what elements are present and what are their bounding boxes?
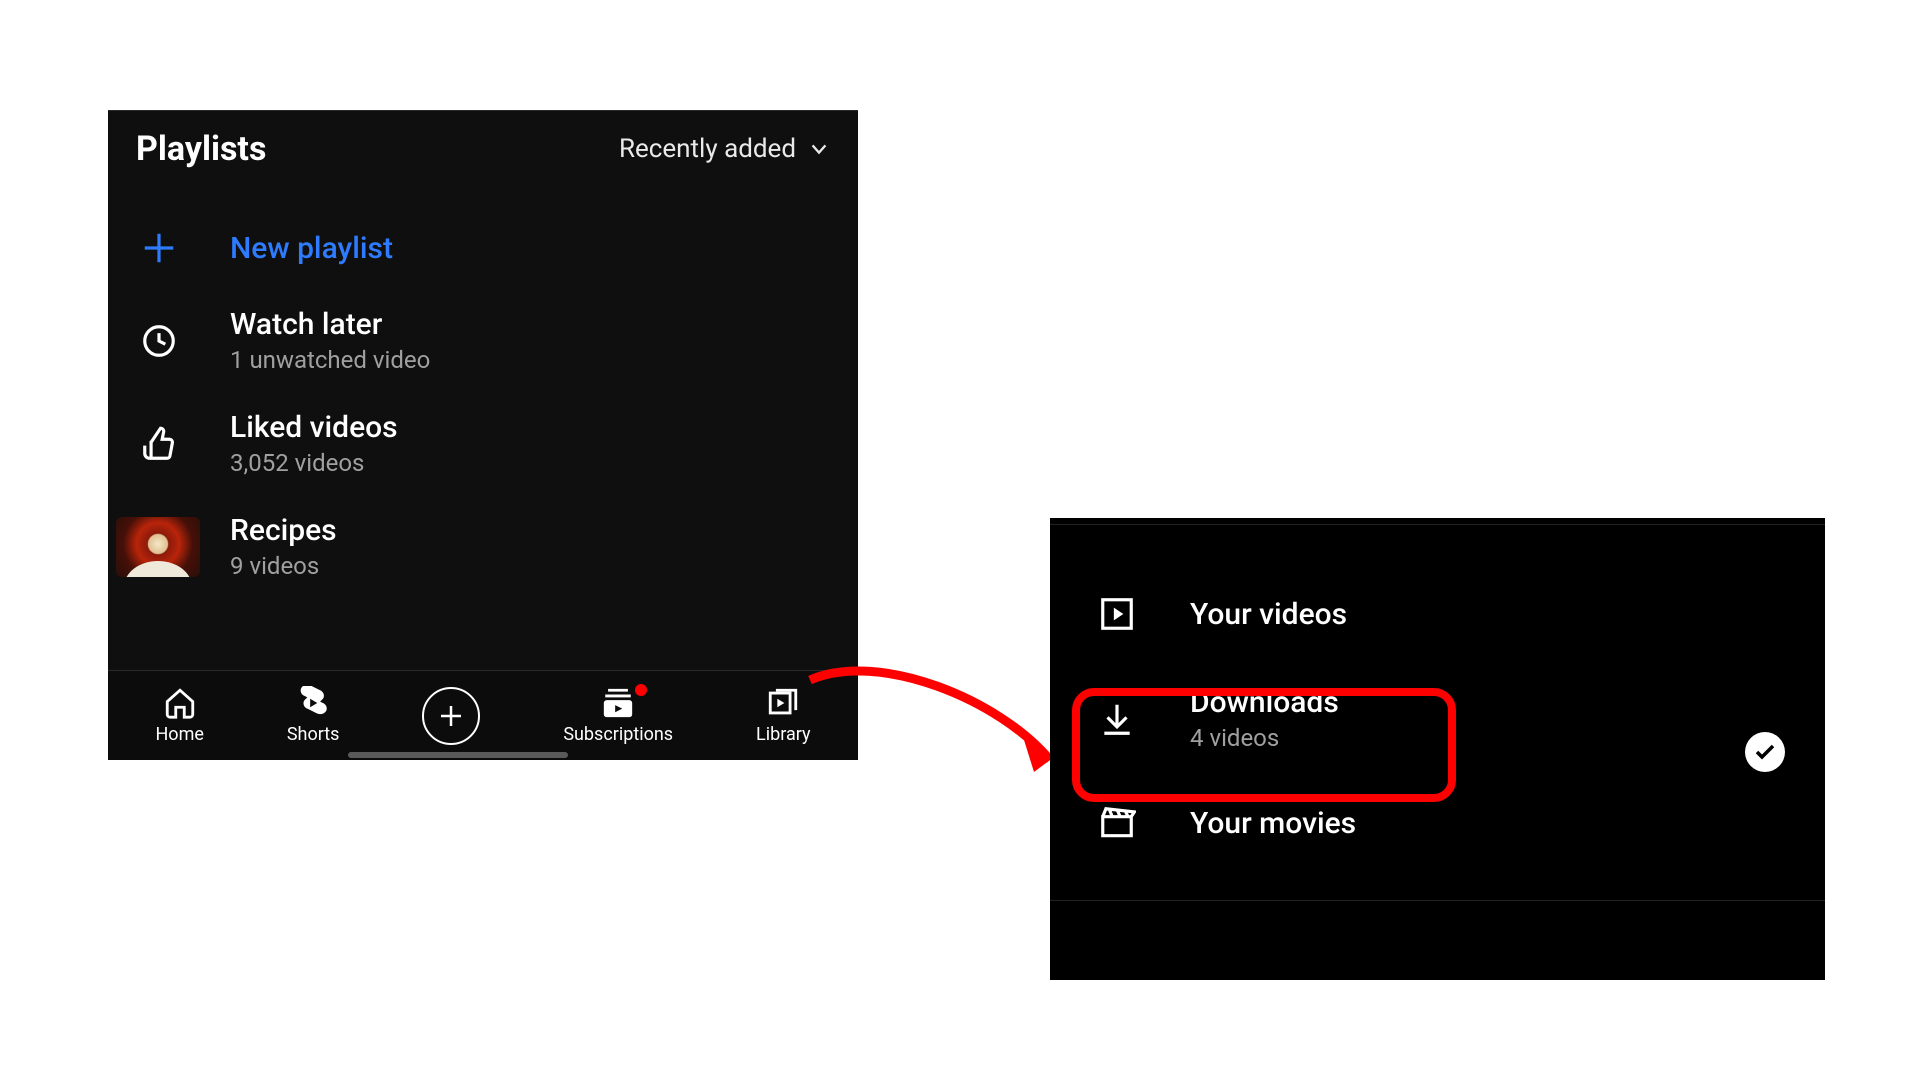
nav-shorts[interactable]: Shorts xyxy=(287,686,340,745)
recipes-playlist-item[interactable]: Recipes 9 videos xyxy=(108,495,858,598)
watch-later-sub: 1 unwatched video xyxy=(230,346,430,374)
playlists-title: Playlists xyxy=(136,129,266,169)
clapperboard-icon xyxy=(1094,800,1140,846)
sort-dropdown[interactable]: Recently added xyxy=(619,134,830,164)
chevron-down-icon xyxy=(808,138,830,160)
new-playlist-button[interactable]: New playlist xyxy=(108,207,858,289)
nav-home[interactable]: Home xyxy=(155,686,203,745)
nav-library-label: Library xyxy=(756,724,811,745)
plus-icon xyxy=(136,225,182,271)
watch-later-item[interactable]: Watch later 1 unwatched video xyxy=(108,289,858,392)
your-movies-label: Your movies xyxy=(1190,806,1356,841)
recipes-thumbnail xyxy=(116,517,200,577)
downloads-item[interactable]: Downloads 4 videos xyxy=(1050,661,1825,776)
nav-library[interactable]: Library xyxy=(756,686,811,745)
playlists-list: New playlist Watch later 1 unwatched vid… xyxy=(108,177,858,598)
sort-label: Recently added xyxy=(619,134,796,164)
your-movies-item[interactable]: Your movies xyxy=(1050,776,1825,870)
thumb-up-icon xyxy=(136,421,182,467)
notification-dot-icon xyxy=(635,684,647,696)
bottom-nav: Home Shorts Subscriptions Library xyxy=(108,670,858,760)
library-list: Your videos Downloads 4 videos Your movi… xyxy=(1050,524,1825,901)
your-videos-label: Your videos xyxy=(1190,597,1347,632)
nav-subscriptions[interactable]: Subscriptions xyxy=(563,686,673,745)
home-icon xyxy=(163,686,197,720)
your-videos-item[interactable]: Your videos xyxy=(1050,567,1825,661)
nav-shorts-label: Shorts xyxy=(287,724,340,745)
clock-icon xyxy=(136,318,182,364)
watch-later-title: Watch later xyxy=(230,307,430,342)
library-icon xyxy=(766,686,800,720)
downloads-title: Downloads xyxy=(1190,685,1339,720)
playlists-header: Playlists Recently added xyxy=(108,111,858,177)
download-icon xyxy=(1094,696,1140,742)
new-playlist-label: New playlist xyxy=(230,231,393,266)
library-panel: Your videos Downloads 4 videos Your movi… xyxy=(1050,518,1825,980)
subscriptions-icon xyxy=(601,686,635,720)
liked-title: Liked videos xyxy=(230,410,398,445)
nav-create[interactable] xyxy=(422,687,480,745)
recipes-title: Recipes xyxy=(230,513,337,548)
nav-subscriptions-label: Subscriptions xyxy=(563,724,673,745)
downloads-sub: 4 videos xyxy=(1190,724,1339,752)
recipes-sub: 9 videos xyxy=(230,552,337,580)
downloaded-check-icon xyxy=(1745,732,1785,772)
nav-home-label: Home xyxy=(155,724,203,745)
divider xyxy=(1050,900,1825,901)
liked-videos-item[interactable]: Liked videos 3,052 videos xyxy=(108,392,858,495)
liked-sub: 3,052 videos xyxy=(230,449,398,477)
plus-icon xyxy=(436,701,466,731)
playlists-panel: Playlists Recently added New playlist Wa… xyxy=(108,110,858,760)
play-box-icon xyxy=(1094,591,1140,637)
home-indicator xyxy=(348,752,568,758)
shorts-icon xyxy=(296,686,330,720)
